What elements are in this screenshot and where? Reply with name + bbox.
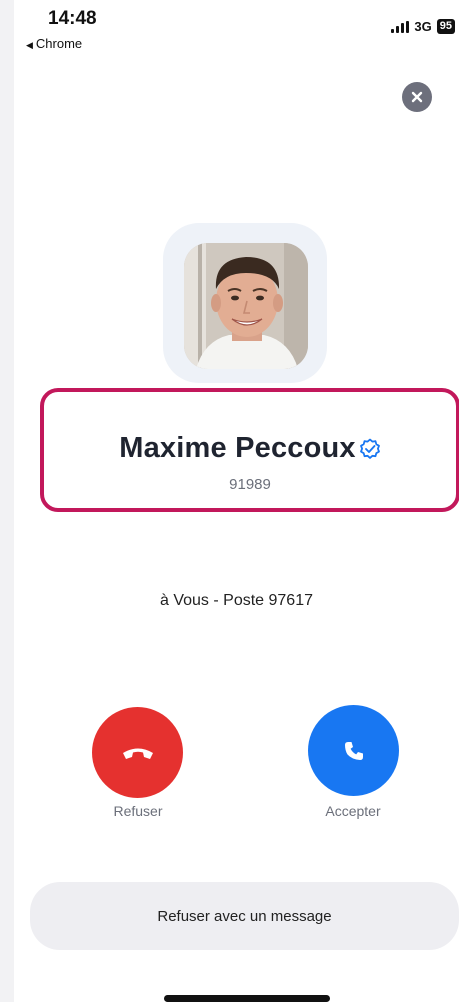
back-triangle-icon: ◀ [26, 40, 33, 50]
call-destination: à Vous - Poste 97617 [160, 592, 313, 609]
close-button[interactable] [402, 82, 432, 112]
status-time: 14:48 [48, 8, 97, 29]
verified-badge-icon [359, 438, 380, 459]
accept-call-button[interactable] [308, 705, 399, 796]
incoming-call-screen: 14:48 ◀ Chrome 3G 95 Maxime Peccoux 9198… [14, 0, 459, 1002]
network-type: 3G [414, 19, 432, 34]
caller-number: 91989 [229, 476, 271, 493]
caller-name: Maxime Peccoux [119, 432, 356, 464]
caller-avatar [184, 243, 308, 369]
close-icon [411, 91, 423, 103]
decline-label: Refuser [113, 803, 163, 819]
decline-with-message-button[interactable]: Refuser avec un message [30, 882, 459, 950]
back-app-label: Chrome [35, 36, 83, 51]
home-indicator [164, 995, 330, 1002]
accept-label: Accepter [325, 803, 381, 819]
back-to-chrome-link[interactable]: ◀ Chrome [26, 36, 82, 51]
status-indicators: 3G 95 [391, 19, 455, 34]
caller-photo [184, 243, 308, 369]
caller-name-row: Maxime Peccoux [44, 432, 456, 465]
signal-icon [391, 20, 410, 33]
phone-icon [344, 741, 363, 760]
hang-up-icon [122, 748, 153, 759]
caller-info-highlight: Maxime Peccoux 91989 [40, 388, 459, 512]
decline-call-button[interactable] [92, 707, 183, 798]
battery-level: 95 [436, 19, 455, 34]
